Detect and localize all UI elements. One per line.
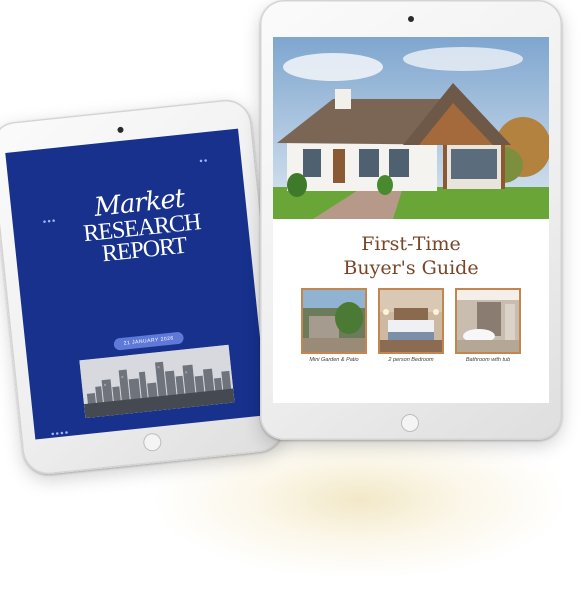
caption-bathroom: Bathroom with tub [465, 357, 511, 363]
report-date-pill: 21 JANUARY 2026 [113, 331, 185, 351]
guide-title-line2: Buyer's Guide [343, 257, 479, 279]
tablet-buyers-guide: First-Time Buyer's Guide Mini Garden & P… [260, 0, 562, 440]
decor-dots: ●●●● [50, 429, 70, 438]
caption-bedroom: 2 person Bedroom [388, 357, 434, 363]
front-camera [117, 126, 124, 134]
home-button[interactable] [142, 432, 163, 453]
garden-patio-photo [301, 288, 367, 354]
front-camera [408, 16, 414, 22]
tablet-market-research: ●●● ●● Market RESEARCH REPORT 21 JANUARY… [0, 97, 286, 477]
home-button[interactable] [401, 414, 419, 432]
bedroom-photo [378, 288, 444, 354]
bathroom-photo [455, 288, 521, 354]
report-cover-screen: ●●● ●● Market RESEARCH REPORT 21 JANUARY… [5, 128, 269, 440]
guide-title-line1: First-Time [361, 233, 461, 255]
buyers-guide-screen: First-Time Buyer's Guide Mini Garden & P… [273, 37, 549, 403]
house-hero-image [273, 37, 549, 219]
city-skyline-image [79, 344, 235, 419]
guide-title: First-Time Buyer's Guide [273, 232, 549, 280]
decor-dots: ●● [198, 157, 209, 165]
report-title: Market RESEARCH REPORT [48, 180, 235, 270]
caption-garden-patio: Mini Garden & Patio [309, 357, 359, 363]
